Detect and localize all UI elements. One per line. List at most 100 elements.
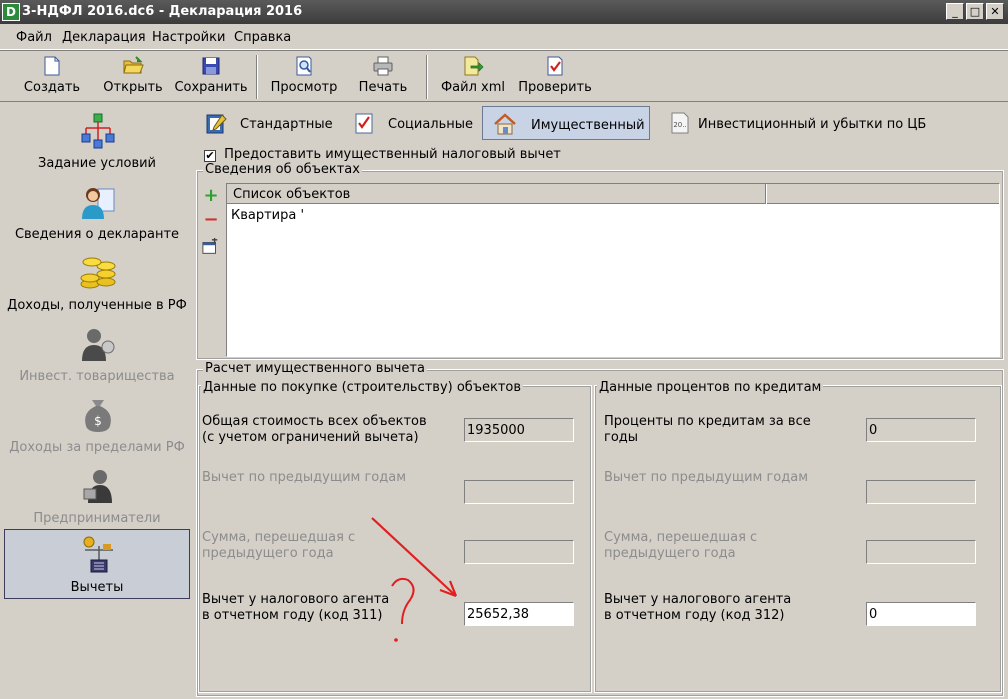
- nav-item-entrepreneurs[interactable]: Предприниматели: [4, 461, 190, 531]
- add-object-button[interactable]: +: [200, 186, 222, 206]
- svg-text:20..: 20..: [673, 121, 686, 129]
- plus-icon: +: [203, 185, 219, 206]
- preview-label: Просмотр: [270, 80, 338, 95]
- agent-deduction-label: Вычет у налогового агента в отчетном год…: [202, 592, 390, 623]
- nav-item-income-rf[interactable]: Доходы, полученные в РФ: [4, 248, 190, 318]
- interest-carry-over-field[interactable]: [866, 540, 976, 564]
- tab-label: Имущественный: [531, 118, 645, 133]
- save-label: Сохранить: [174, 80, 248, 95]
- close-button[interactable]: ✕: [986, 3, 1004, 20]
- interest-agent-label: Вычет у налогового агента в отчетном год…: [604, 592, 792, 623]
- checkbox-label: Предоставить имущественный налоговый выч…: [224, 147, 561, 162]
- prev-years-label: Вычет по предыдущим годам: [202, 470, 407, 485]
- purchase-data-title: Данные по покупке (строительству) объект…: [201, 380, 524, 395]
- tab-standard[interactable]: Стандартные: [194, 106, 334, 140]
- interest-total-field[interactable]: 0: [866, 418, 976, 442]
- objects-column-header[interactable]: Список объектов: [233, 187, 350, 202]
- gold-coins-icon: [80, 257, 116, 289]
- menu-file[interactable]: Файл: [16, 30, 52, 45]
- toolbar: Создать Открыть Сохранить Просмотр Печат…: [0, 50, 1008, 102]
- nav-item-foreign-income[interactable]: $ Доходы за пределами РФ: [4, 390, 190, 460]
- xml-file-button[interactable]: Файл xml: [440, 55, 506, 101]
- menu-settings[interactable]: Настройки: [152, 30, 225, 45]
- nav-item-declarant[interactable]: Сведения о декларанте: [4, 177, 190, 247]
- interest-prev-years-label: Вычет по предыдущим годам: [604, 470, 809, 485]
- edit-object-button[interactable]: [200, 238, 222, 258]
- prev-years-field[interactable]: [464, 480, 574, 504]
- open-folder-icon: [123, 56, 144, 74]
- agent-deduction-field[interactable]: 25652,38: [464, 602, 574, 626]
- objects-list[interactable]: Список объектов Квартира ': [226, 183, 1000, 357]
- calc-group-title: Расчет имущественного вычета: [203, 361, 427, 376]
- carry-over-field[interactable]: [464, 540, 574, 564]
- new-document-icon: [44, 56, 60, 76]
- tab-label: Социальные: [388, 117, 474, 132]
- property-deduction-checkbox[interactable]: ✔ Предоставить имущественный налоговый в…: [204, 147, 561, 162]
- print-label: Печать: [358, 80, 408, 95]
- maximize-button[interactable]: □: [966, 3, 984, 20]
- document-20-icon: 20..: [671, 112, 689, 134]
- interest-agent-field[interactable]: 0: [866, 602, 976, 626]
- menu-declaration[interactable]: Декларация: [62, 30, 146, 45]
- window-controls: _ □ ✕: [946, 3, 1004, 20]
- house-icon: [494, 113, 516, 135]
- title-bar: D 3-НДФЛ 2016.dc6 - Декларация 2016 _ □ …: [0, 0, 1008, 24]
- check-document-icon: [547, 56, 563, 76]
- money-bag-icon: $: [85, 400, 111, 432]
- preview-magnifier-icon: [296, 56, 312, 76]
- printer-icon: [373, 56, 393, 76]
- checklist-icon: [355, 113, 373, 134]
- nav-item-investment-partnerships[interactable]: Инвест. товарищества: [4, 319, 190, 389]
- edit-form-icon: [202, 238, 218, 254]
- remove-object-button[interactable]: −: [200, 210, 222, 230]
- nav-label: Вычеты: [70, 580, 124, 595]
- create-label: Создать: [23, 80, 81, 95]
- nav-label: Задание условий: [38, 156, 156, 171]
- svg-text:$: $: [94, 414, 102, 428]
- interest-total-label: Проценты по кредитам за все годы: [604, 414, 811, 445]
- check-button[interactable]: Проверить: [516, 55, 594, 101]
- minimize-button[interactable]: _: [946, 3, 964, 20]
- xml-file-label: Файл xml: [440, 80, 506, 95]
- deductions-panel: Стандартные Социальные Имущественный 20.…: [192, 104, 1008, 699]
- nav-item-conditions[interactable]: Задание условий: [4, 106, 190, 176]
- interest-prev-years-field[interactable]: [866, 480, 976, 504]
- toolbar-separator: [256, 55, 258, 99]
- left-navigation: Задание условий Сведения о декларанте До…: [4, 104, 190, 699]
- export-xml-icon: [464, 56, 484, 76]
- clipboard-pencil-icon: [206, 114, 227, 134]
- tab-investment[interactable]: 20.. Инвестиционный и убытки по ЦБ: [658, 106, 928, 140]
- create-button[interactable]: Создать: [18, 55, 86, 101]
- column-divider[interactable]: [765, 184, 767, 204]
- toolbar-separator: [426, 55, 428, 99]
- minus-icon: −: [203, 209, 219, 230]
- menu-bar: Файл Декларация Настройки Справка: [0, 24, 1008, 50]
- tab-property[interactable]: Имущественный: [482, 106, 650, 140]
- business-person-icon: [82, 329, 115, 361]
- tab-label: Инвестиционный и убытки по ЦБ: [698, 117, 927, 132]
- credit-interest-title: Данные процентов по кредитам: [597, 380, 824, 395]
- print-button[interactable]: Печать: [354, 55, 412, 101]
- checkbox-mark[interactable]: ✔: [204, 150, 216, 162]
- open-button[interactable]: Открыть: [100, 55, 166, 101]
- carry-over-label: Сумма, перешедшая с предыдущего года: [202, 530, 356, 561]
- save-button[interactable]: Сохранить: [174, 55, 248, 101]
- preview-button[interactable]: Просмотр: [268, 55, 340, 101]
- scales-icon: [83, 536, 113, 573]
- nav-label: Предприниматели: [33, 511, 161, 526]
- nav-label: Инвест. товарищества: [19, 369, 175, 384]
- entrepreneur-icon: [83, 470, 112, 503]
- nav-label: Доходы за пределами РФ: [9, 440, 185, 455]
- total-cost-field[interactable]: 1935000: [464, 418, 574, 442]
- tab-social[interactable]: Социальные: [342, 106, 478, 140]
- window-title: 3-НДФЛ 2016.dc6 - Декларация 2016: [22, 4, 303, 19]
- tab-label: Стандартные: [240, 117, 333, 132]
- nav-item-deductions[interactable]: Вычеты: [4, 529, 190, 599]
- list-item[interactable]: Квартира ': [231, 208, 304, 223]
- app-icon: D: [2, 3, 20, 21]
- save-disk-icon: [202, 57, 220, 75]
- interest-carry-over-label: Сумма, перешедшая с предыдущего года: [604, 530, 758, 561]
- flowchart-icon: [81, 113, 115, 149]
- person-card-icon: [82, 188, 115, 219]
- menu-help[interactable]: Справка: [234, 30, 291, 45]
